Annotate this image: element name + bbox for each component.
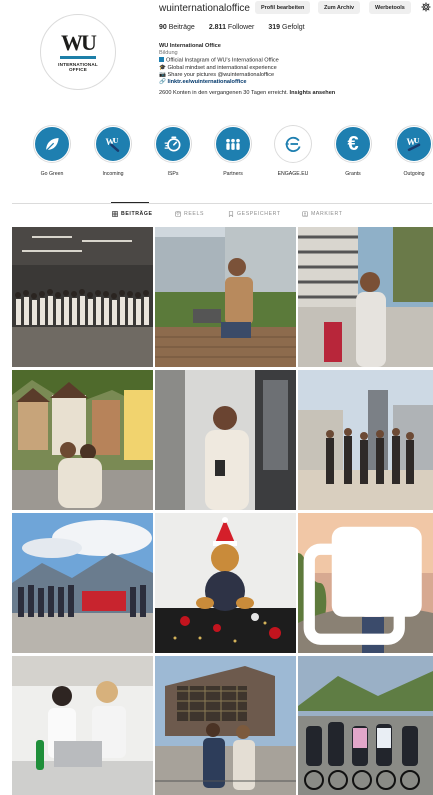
highlight-label: Go Green	[40, 171, 64, 177]
bio-line-3-text: Share your pictures @wuinternationaloffi…	[167, 71, 275, 78]
link-icon: 🔗	[159, 78, 166, 85]
bio-link-row[interactable]: 🔗 linktr.ee/wuinternationaloffice	[159, 79, 419, 86]
tab-posts-label: BEITRÄGE	[121, 211, 153, 217]
bio-line-2-text: Global mindset and international experie…	[167, 64, 277, 71]
gear-icon[interactable]	[421, 2, 431, 12]
followers-stat[interactable]: 2.811 Follower	[209, 24, 255, 31]
highlight-go-green[interactable]: Go Green	[32, 126, 72, 177]
insights-link[interactable]: Insights ansehen	[290, 90, 336, 96]
post-sunset-viewpoint[interactable]	[298, 513, 433, 653]
tab-saved-label: GESPEICHERT	[237, 211, 281, 217]
svg-text:U: U	[113, 136, 119, 145]
posts-grid	[12, 227, 433, 795]
highlight-label: Partners	[223, 171, 243, 177]
bio-line-1: Official Instagram of WU's International…	[159, 57, 419, 65]
bookmark-icon	[228, 211, 234, 217]
euro-glyph: €	[347, 133, 359, 155]
multiple-images-icon	[303, 526, 422, 645]
posts-count: 90	[159, 24, 167, 31]
avatar-logo-sub-line2: OFFICE	[68, 67, 88, 72]
post-group-walking[interactable]	[298, 370, 433, 510]
post-laptop-bench[interactable]	[155, 227, 296, 367]
following-stat[interactable]: 319 Gefolgt	[268, 24, 304, 31]
highlight-label: Outgoing	[403, 171, 425, 177]
tag-icon	[302, 211, 308, 217]
bio-line-3: 📷 Share your pictures @wuinternationalof…	[159, 72, 419, 79]
post-group-photo-hall[interactable]	[12, 227, 153, 367]
post-christmas-tiger[interactable]	[155, 513, 296, 653]
profile-avatar[interactable]: WU INTERNATIONAL OFFICE	[40, 14, 116, 90]
tab-saved[interactable]: GESPEICHERT	[228, 211, 281, 217]
ad-tools-button[interactable]: Werbetools	[369, 1, 411, 14]
highlight-engage-eu[interactable]: ENGAGE.EU	[273, 126, 313, 177]
bio-link[interactable]: linktr.ee/wuinternationaloffice	[168, 79, 247, 85]
edit-profile-button[interactable]: Profil bearbeiten	[255, 1, 311, 14]
archive-button[interactable]: Zum Archiv	[318, 1, 361, 14]
tab-tagged-label: MARKIERT	[311, 211, 343, 217]
wu-arrow-out-icon: WU	[396, 126, 432, 162]
people-icon	[215, 126, 251, 162]
camera-icon: 📷	[159, 71, 166, 78]
avatar-logo-subtitle: INTERNATIONAL OFFICE	[58, 62, 98, 72]
avatar-logo-bar	[60, 55, 96, 59]
leaf-icon	[34, 126, 70, 162]
grid-icon	[112, 211, 118, 217]
followers-label: Follower	[227, 24, 255, 31]
reach-text: 2600 Konten in den vergangenen 30 Tagen …	[159, 89, 288, 96]
posts-label: Beiträge	[168, 24, 195, 31]
tab-tagged[interactable]: MARKIERT	[302, 211, 343, 217]
reach-info: 2600 Konten in den vergangenen 30 Tagen …	[159, 90, 419, 97]
info-square-icon	[159, 57, 164, 62]
highlight-label: Incoming	[102, 171, 124, 177]
post-students-laptop[interactable]	[12, 656, 153, 795]
followers-count: 2.811	[208, 24, 226, 31]
bio-line-2: 🎓 Global mindset and international exper…	[159, 65, 419, 72]
tab-posts[interactable]: BEITRÄGE	[112, 211, 153, 217]
bio-name: WU International Office	[159, 43, 221, 49]
highlight-incoming[interactable]: WU Incoming	[93, 126, 133, 177]
highlight-grants[interactable]: € Grants	[333, 126, 373, 177]
posts-stat: 90 Beiträge	[159, 24, 195, 31]
following-label: Gefolgt	[282, 24, 305, 31]
highlight-isps[interactable]: ISPs	[153, 126, 193, 177]
bio-category: Bildung	[159, 50, 178, 56]
post-hallstatt-hug[interactable]	[12, 370, 153, 510]
tab-reels[interactable]: REELS	[175, 211, 204, 217]
highlight-label: ENGAGE.EU	[277, 171, 309, 177]
highlight-partners[interactable]: Partners	[213, 126, 253, 177]
tab-reels-label: REELS	[184, 211, 205, 217]
highlight-label: ISPs	[167, 171, 179, 177]
profile-stats: 90 Beiträge 2.811 Follower 319 Gefolgt	[159, 24, 305, 31]
highlight-label: Grants	[345, 171, 361, 177]
post-woman-campus[interactable]	[298, 227, 433, 367]
wu-arrow-icon: WU	[95, 126, 131, 162]
post-building-couple[interactable]	[155, 656, 296, 795]
euro-icon: €	[335, 126, 371, 162]
avatar-logo-text: WU	[61, 29, 97, 55]
bio-line-1-text: Official Instagram of WU's International…	[166, 57, 279, 64]
tabs-divider	[12, 203, 432, 204]
profile-username: wuinternationaloffice	[159, 3, 250, 14]
post-bike-group[interactable]	[298, 656, 433, 795]
post-mountain-group[interactable]	[12, 513, 153, 653]
profile-bio: WU International Office Bildung Official…	[159, 43, 419, 97]
post-phone-corridor[interactable]	[155, 370, 296, 510]
highlight-outgoing[interactable]: WU Outgoing	[394, 126, 433, 177]
active-tab-indicator	[111, 202, 149, 203]
reels-icon	[175, 211, 181, 217]
mortarboard-icon: 🎓	[159, 64, 166, 71]
following-count: 319	[268, 24, 281, 31]
stopwatch-icon	[155, 126, 191, 162]
engage-logo-icon	[275, 126, 311, 162]
